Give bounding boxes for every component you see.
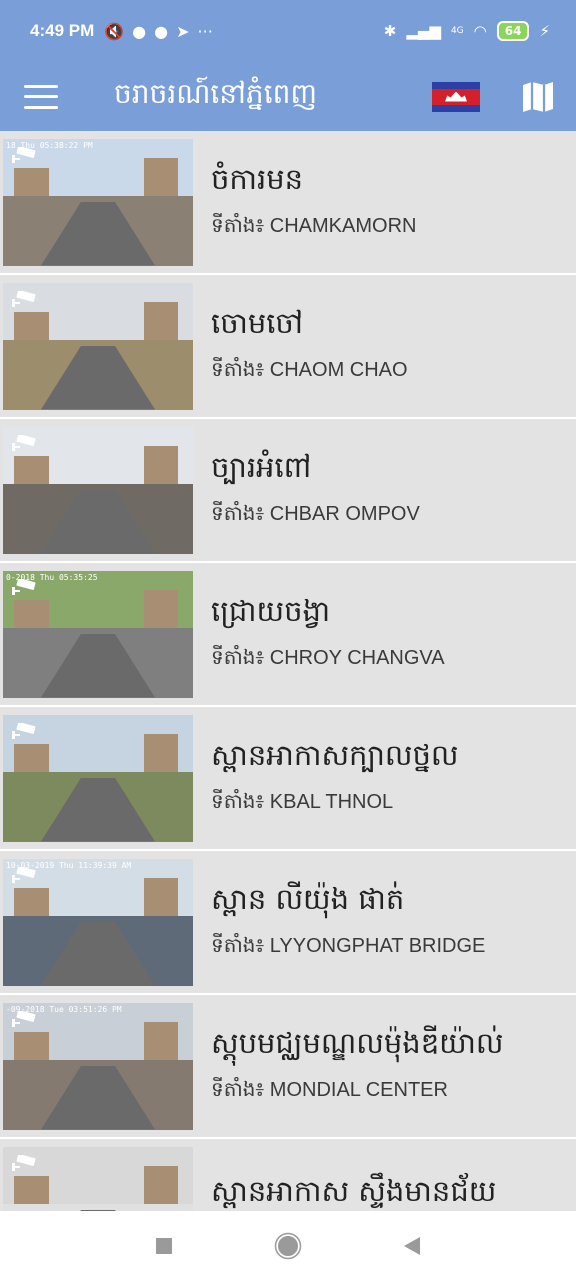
mute-icon: 🔇 xyxy=(104,21,125,41)
camera-thumbnail: -09-2018 Tue 03:51:26 PM xyxy=(3,1002,193,1130)
camera-thumbnail: 0-2018 Thu 05:35:25 xyxy=(3,570,193,698)
camera-name: ស្ពាន លីយ៉ុង ផាត់ xyxy=(211,882,405,916)
status-time: 4:49 PM xyxy=(30,21,95,40)
cambodia-flag-icon[interactable] xyxy=(432,81,480,112)
camera-list-item[interactable]: 18 Thu 05:38:22 PM ចំការមន ទីតាំង៖ CHAMK… xyxy=(0,131,576,275)
cctv-camera-icon xyxy=(12,866,36,883)
bluetooth-icon: ✱ xyxy=(383,22,397,40)
camera-name: ស្តុបមជ្ឈមណ្ឌលម៉ុងឌីយ៉ាល់ xyxy=(211,1026,504,1060)
cctv-camera-icon xyxy=(12,290,36,307)
camera-name: ច្បារអំពៅ xyxy=(211,450,312,484)
camera-name: ចំការមន xyxy=(211,162,304,196)
charging-icon: ⚡ xyxy=(539,22,550,40)
map-icon[interactable] xyxy=(520,79,556,115)
camera-name: ចោមចៅ xyxy=(211,306,304,340)
camera-thumbnail xyxy=(3,282,193,410)
camera-list-item[interactable]: 0-2018 Thu 05:35:25 ជ្រោយចង្វា ទីតាំង៖ C… xyxy=(0,563,576,707)
back-button[interactable] xyxy=(402,1235,422,1257)
app-bar: ចរាចរណ៍នៅភ្នំពេញ xyxy=(0,62,576,131)
camera-location: ទីតាំង៖ MONDIAL CENTER xyxy=(211,1079,448,1101)
network-label: 4G xyxy=(450,26,464,36)
cctv-camera-icon xyxy=(12,146,36,163)
cctv-camera-icon xyxy=(12,434,36,451)
camera-thumbnail: 10-03-2019 Thu 11:39:39 AM xyxy=(3,858,193,986)
camera-thumbnail xyxy=(3,426,193,554)
signal-icon: ▂▄▆ xyxy=(406,22,441,40)
wifi-icon: ◠ xyxy=(473,22,487,40)
camera-name: ស្ពានអាកាសក្បាលថ្នល xyxy=(211,738,459,772)
messenger-icon: ● xyxy=(154,21,169,41)
camera-name: ជ្រោយចង្វា xyxy=(211,594,331,628)
camera-list-item[interactable]: ស្ពានអាកាសក្បាលថ្នល ទីតាំង៖ KBAL THNOL xyxy=(0,707,576,851)
page-title: ចរាចរណ៍នៅភ្នំពេញ xyxy=(114,77,318,110)
cctv-camera-icon xyxy=(12,722,36,739)
camera-name: ស្ពានអាកាស ស្ទឹងមានជ័យ xyxy=(211,1173,497,1208)
camera-location: ទីតាំង៖ CHAOM CHAO xyxy=(211,359,408,381)
hamburger-menu-icon[interactable] xyxy=(24,84,58,109)
messenger-icon: ● xyxy=(132,21,147,41)
cctv-camera-icon xyxy=(12,1010,36,1027)
camera-thumbnail: 18 Thu 05:38:22 PM xyxy=(3,138,193,266)
telegram-icon: ➤ xyxy=(176,21,190,41)
camera-list: 18 Thu 05:38:22 PM ចំការមន ទីតាំង៖ CHAMK… xyxy=(0,131,576,1211)
camera-thumbnail xyxy=(3,714,193,842)
camera-thumbnail xyxy=(3,1146,193,1211)
camera-location: ទីតាំង៖ CHAMKAMORN xyxy=(211,215,417,237)
camera-list-item[interactable]: ចោមចៅ ទីតាំង៖ CHAOM CHAO xyxy=(0,275,576,419)
more-notifications-icon: ··· xyxy=(197,21,213,41)
notification-icons: 🔇 ● ● ➤ ··· xyxy=(104,22,213,41)
camera-location: ទីតាំង៖ KBAL THNOL xyxy=(211,791,394,813)
camera-location: ទីតាំង៖ LYYONGPHAT BRIDGE xyxy=(211,935,486,957)
camera-list-item[interactable]: -09-2018 Tue 03:51:26 PM ស្តុបមជ្ឈមណ្ឌលម… xyxy=(0,995,576,1139)
camera-list-item[interactable]: ស្ពានអាកាស ស្ទឹងមានជ័យ Location: NEW STU… xyxy=(0,1139,576,1211)
camera-location: ទីតាំង៖ CHBAR OMPOV xyxy=(211,503,420,525)
cctv-camera-icon xyxy=(12,1154,36,1171)
system-nav-bar xyxy=(0,1211,576,1280)
camera-location: ទីតាំង៖ CHROY CHANGVA xyxy=(211,647,445,669)
camera-list-item[interactable]: ច្បារអំពៅ ទីតាំង៖ CHBAR OMPOV xyxy=(0,419,576,563)
cctv-camera-icon xyxy=(12,578,36,595)
battery-icon: 64 xyxy=(496,21,530,41)
home-button[interactable] xyxy=(274,1232,302,1260)
camera-list-item[interactable]: 10-03-2019 Thu 11:39:39 AM ស្ពាន លីយ៉ុង … xyxy=(0,851,576,995)
recents-button[interactable] xyxy=(154,1236,174,1256)
status-bar: 4:49 PM 🔇 ● ● ➤ ··· ✱ ▂▄▆ 4G ◠ 64 ⚡ xyxy=(0,0,576,62)
